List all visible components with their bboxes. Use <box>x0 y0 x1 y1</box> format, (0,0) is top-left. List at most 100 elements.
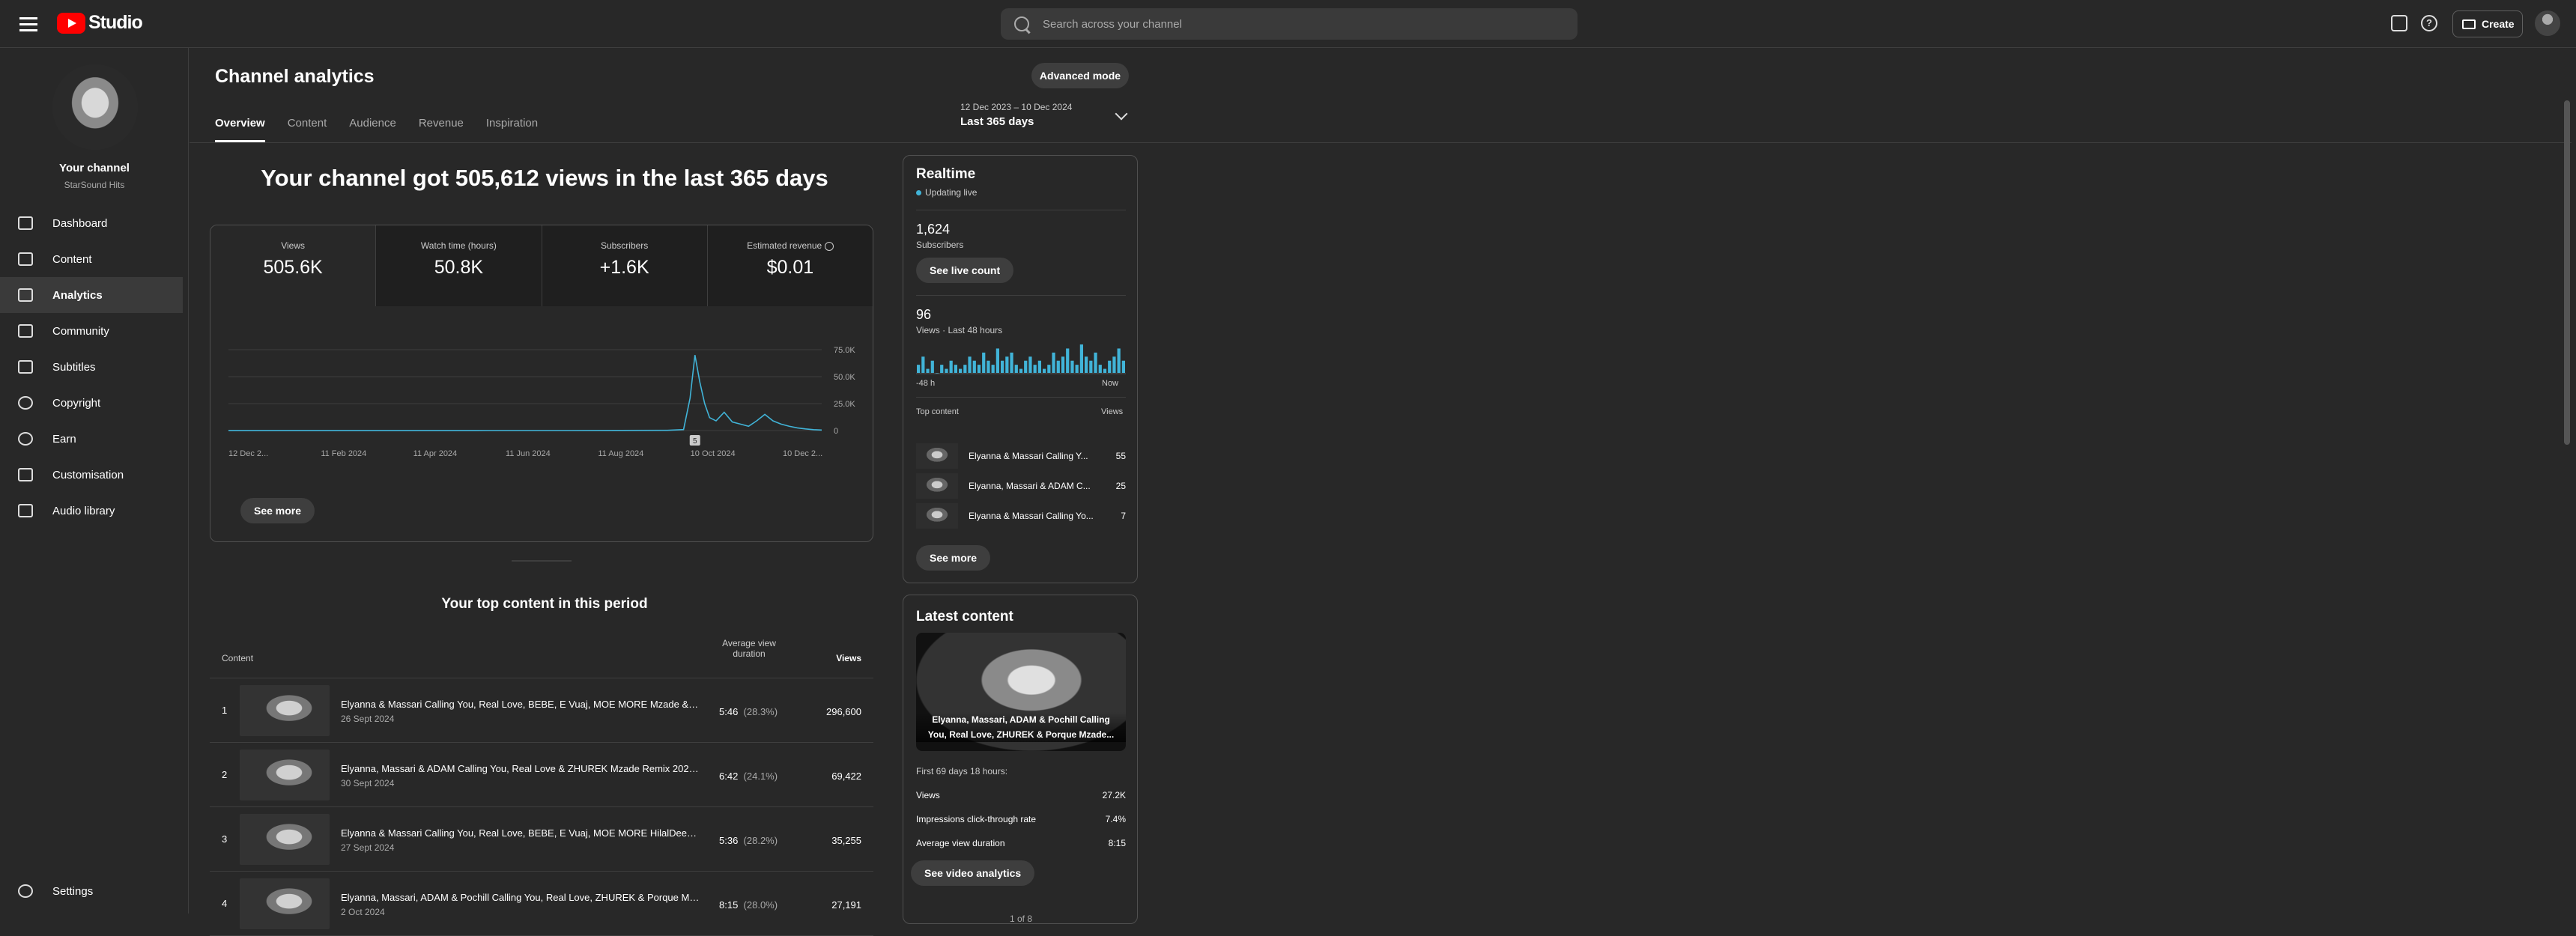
video-thumbnail[interactable] <box>240 814 330 865</box>
menu-icon[interactable] <box>18 13 39 34</box>
x-tick-label: 12 Dec 2... <box>228 449 268 458</box>
video-title[interactable]: Elyanna & Massari Calling You, Real Love… <box>341 699 700 710</box>
bar <box>917 365 921 373</box>
metric-label-text: Estimated revenue <box>747 240 822 251</box>
avd-value: 5:36 <box>719 835 739 846</box>
bar <box>1033 365 1037 373</box>
latest-video-caption: Elyanna, Massari, ADAM & Pochill Calling… <box>916 712 1126 742</box>
subtitles-icon <box>18 360 33 374</box>
see-more-button[interactable]: See more <box>916 545 991 571</box>
sidebar-item-community[interactable]: Community <box>0 313 183 349</box>
metric-watch-time[interactable]: Watch time (hours) 50.8K <box>376 225 542 306</box>
stat-row: Impressions click-through rate 7.4% <box>916 814 1126 824</box>
sidebar-item-analytics[interactable]: Analytics <box>0 277 183 313</box>
table-row[interactable]: 4 Elyanna, Massari, ADAM & Pochill Callin… <box>210 872 873 936</box>
help-icon[interactable]: ? <box>2421 15 2437 31</box>
bar <box>930 360 934 373</box>
list-item[interactable]: Elyanna & Massari Calling Y... 55 <box>916 443 1126 470</box>
video-thumbnail <box>916 443 958 469</box>
bar <box>1066 348 1070 373</box>
top-content-title: Your top content in this period <box>441 596 648 612</box>
realtime-views-label: Views · Last 48 hours <box>916 325 1003 335</box>
see-video-analytics-button[interactable]: See video analytics <box>911 860 1035 886</box>
bar <box>954 365 957 373</box>
search-input[interactable]: Search across your channel <box>1001 8 1578 40</box>
sidebar-item-label: Audio library <box>52 504 115 517</box>
video-camera-icon <box>2462 19 2476 29</box>
bar <box>940 365 944 373</box>
info-icon[interactable] <box>824 241 834 251</box>
col-views[interactable]: Views <box>836 653 861 663</box>
video-title[interactable]: Elyanna, Massari, ADAM & Pochill Calling… <box>341 892 700 903</box>
sidebar-item-content[interactable]: Content <box>0 241 183 277</box>
tab-audience[interactable]: Audience <box>349 117 396 142</box>
logo-text: Studio <box>88 12 143 33</box>
stat-label: Impressions click-through rate <box>916 814 1037 824</box>
studio-logo[interactable]: Studio <box>57 12 143 34</box>
video-title: Elyanna & Massari Calling Y... <box>969 451 1088 461</box>
list-item[interactable]: Elyanna & Massari Calling Yo... 7 <box>916 503 1126 530</box>
tab-overview[interactable]: Overview <box>215 117 265 142</box>
tab-revenue[interactable]: Revenue <box>419 117 464 142</box>
video-views: 27,191 <box>831 899 861 911</box>
metric-revenue[interactable]: Estimated revenue $0.01 <box>707 225 873 306</box>
avd-percent: (24.1%) <box>743 771 778 782</box>
bar <box>995 348 999 373</box>
table-row[interactable]: 3 Elyanna & Massari Calling You, Real Lov… <box>210 808 873 872</box>
sidebar-item-dashboard[interactable]: Dashboard <box>0 205 183 241</box>
message-icon[interactable] <box>2391 15 2407 31</box>
sidebar-item-earn[interactable]: Earn <box>0 421 183 457</box>
video-views: 7 <box>1121 511 1126 521</box>
sidebar-item-label: Content <box>52 252 92 266</box>
sidebar-item-label: Settings <box>52 884 94 898</box>
sidebar-item-settings[interactable]: Settings <box>0 873 93 909</box>
sidebar-item-customisation[interactable]: Customisation <box>0 457 183 493</box>
account-avatar[interactable] <box>2535 10 2560 36</box>
sidebar: Your channel StarSound Hits Dashboard Co… <box>0 48 189 914</box>
video-thumbnail[interactable] <box>240 878 330 929</box>
date-range-picker[interactable]: 12 Dec 2023 – 10 Dec 2024 Last 365 days <box>960 102 1072 128</box>
see-live-count-button[interactable]: See live count <box>916 258 1014 283</box>
metric-subscribers[interactable]: Subscribers +1.6K <box>542 225 708 306</box>
video-views: 25 <box>1115 481 1126 491</box>
bar <box>1103 368 1107 373</box>
tab-inspiration[interactable]: Inspiration <box>486 117 538 142</box>
see-more-button[interactable]: See more <box>240 498 315 523</box>
sidebar-item-audio-library[interactable]: Audio library <box>0 493 183 529</box>
chevron-down-icon[interactable] <box>1115 107 1128 121</box>
video-thumbnail[interactable] <box>240 750 330 800</box>
create-button[interactable]: Create <box>2452 10 2523 37</box>
section-divider <box>512 560 572 562</box>
bar <box>1089 360 1093 373</box>
video-title[interactable]: Elyanna, Massari & ADAM Calling You, Rea… <box>341 763 700 774</box>
overview-card: Views 505.6K Watch time (hours) 50.8K Subs… <box>210 225 873 542</box>
bar <box>1085 356 1088 373</box>
video-thumbnail[interactable] <box>240 685 330 736</box>
video-date: 26 Sept 2024 <box>341 714 395 724</box>
sidebar-item-label: Subtitles <box>52 360 96 374</box>
sidebar-nav: Dashboard Content Analytics Community Su… <box>0 205 183 529</box>
advanced-mode-button[interactable]: Advanced mode <box>1031 63 1129 88</box>
tab-content[interactable]: Content <box>288 117 327 142</box>
scrollbar[interactable] <box>2564 100 2570 445</box>
stat-label: Average view duration <box>916 838 1005 848</box>
bar <box>987 360 990 373</box>
metric-views[interactable]: Views 505.6K <box>210 225 377 306</box>
sidebar-item-subtitles[interactable]: Subtitles <box>0 349 183 385</box>
y-tick-label: 25.0K <box>834 400 855 409</box>
analytics-icon <box>18 288 33 302</box>
page-title: Channel analytics <box>215 66 375 87</box>
audio-library-icon <box>18 504 33 517</box>
video-date: 30 Sept 2024 <box>341 778 395 788</box>
table-row[interactable]: 1 Elyanna & Massari Calling You, Real Lov… <box>210 679 873 743</box>
bar <box>1070 360 1074 373</box>
avg-view-duration: 6:42 (24.1%) <box>719 771 778 782</box>
video-title[interactable]: Elyanna & Massari Calling You, Real Love… <box>341 827 700 839</box>
table-row[interactable]: 2 Elyanna, Massari & ADAM Calling You, Re… <box>210 744 873 807</box>
channel-avatar[interactable] <box>52 64 138 150</box>
views-line-chart: 75.0K 50.0K 25.0K 0 5 12 Dec 2... 11 Feb 2024 1… <box>228 346 855 458</box>
list-item[interactable]: Elyanna, Massari & ADAM C... 25 <box>916 473 1126 500</box>
dashboard-icon <box>18 216 33 230</box>
sidebar-item-copyright[interactable]: Copyright <box>0 385 183 421</box>
stat-row: Average view duration 8:15 <box>916 838 1126 848</box>
